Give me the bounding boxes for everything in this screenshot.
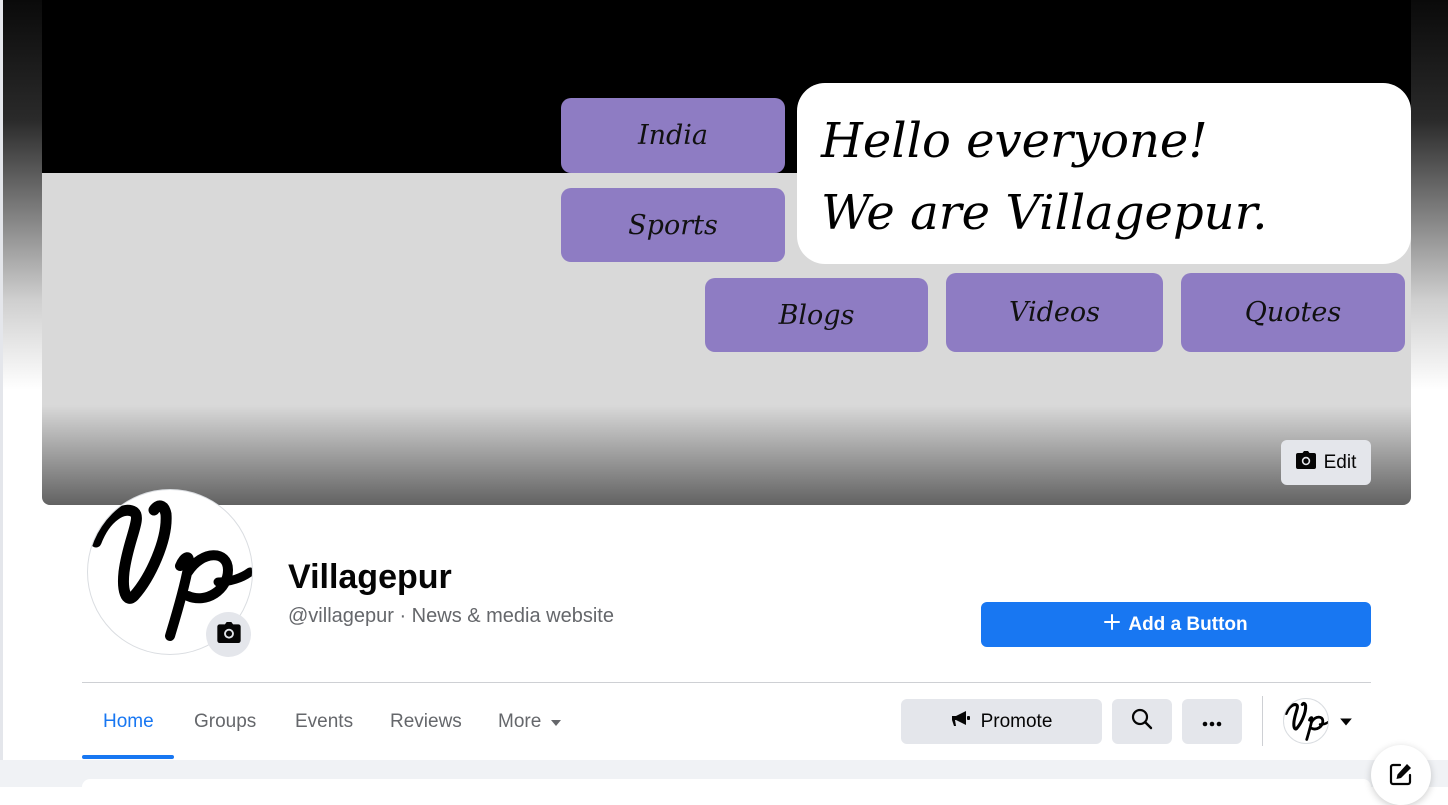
tab-events-label: Events: [295, 711, 354, 732]
cover-tile-quotes-label: Quotes: [1244, 297, 1342, 328]
tab-events[interactable]: Events: [295, 700, 353, 744]
vp-logo-small: [1284, 701, 1328, 741]
cover-tile-sports: Sports: [561, 188, 785, 262]
tab-reviews[interactable]: Reviews: [390, 700, 462, 744]
left-edge: [0, 0, 3, 787]
cover-speech-box: Hello everyone! We are Villagepur.: [797, 83, 1411, 264]
page-handle-category: @villagepur · News & media website: [288, 605, 614, 627]
edit-cover-button[interactable]: Edit: [1281, 440, 1371, 485]
caret-down-icon: [550, 711, 562, 733]
tab-groups-label: Groups: [194, 711, 257, 732]
cover-tile-sports-label: Sports: [628, 209, 718, 241]
page-title: Villagepur: [288, 558, 452, 596]
cover-tile-blogs-label: Blogs: [778, 299, 855, 331]
feed-card-top: [82, 779, 1371, 791]
tab-more[interactable]: More: [498, 700, 562, 744]
more-dots-icon: [1202, 711, 1222, 733]
caret-down-icon[interactable]: [1339, 714, 1353, 732]
search-icon: [1131, 708, 1153, 736]
search-button[interactable]: [1112, 699, 1172, 744]
add-a-button-label: Add a Button: [1128, 613, 1248, 635]
edit-cover-label: Edit: [1323, 451, 1357, 473]
cover-photo[interactable]: India Sports Blogs Videos Quotes Hello e…: [42, 0, 1411, 505]
cover-shade: [42, 405, 1411, 505]
plus-icon: [1104, 613, 1121, 636]
promote-button[interactable]: Promote: [901, 699, 1102, 744]
cover-tile-india: India: [561, 98, 785, 173]
promote-label: Promote: [980, 710, 1053, 732]
cover-tile-quotes: Quotes: [1181, 273, 1405, 352]
tab-reviews-label: Reviews: [390, 711, 462, 732]
page-switcher-avatar[interactable]: [1283, 698, 1329, 744]
more-options-button[interactable]: [1182, 699, 1242, 744]
cover-tile-videos: Videos: [946, 273, 1163, 352]
tab-groups[interactable]: Groups: [194, 700, 256, 744]
tab-more-label: More: [498, 711, 542, 732]
avatar-camera-button[interactable]: [206, 612, 251, 657]
tab-home-label: Home: [103, 711, 154, 732]
cover-tile-india-label: India: [637, 120, 709, 151]
add-a-button[interactable]: Add a Button: [981, 602, 1371, 647]
compose-button[interactable]: [1371, 745, 1431, 805]
compose-icon: [1388, 761, 1414, 792]
camera-icon: [1295, 450, 1316, 475]
actions-separator: [1262, 696, 1263, 746]
cover-speech-line2: We are Villagepur.: [821, 185, 1268, 241]
cover-speech-line1: Hello everyone!: [821, 113, 1208, 169]
megaphone-icon: [951, 710, 971, 734]
tab-home[interactable]: Home: [103, 700, 154, 744]
profile-divider: [82, 682, 1371, 683]
cover-tile-videos-label: Videos: [1008, 297, 1101, 328]
cover-tile-blogs: Blogs: [705, 278, 928, 352]
active-tab-indicator: [82, 755, 174, 759]
camera-icon: [216, 621, 241, 648]
